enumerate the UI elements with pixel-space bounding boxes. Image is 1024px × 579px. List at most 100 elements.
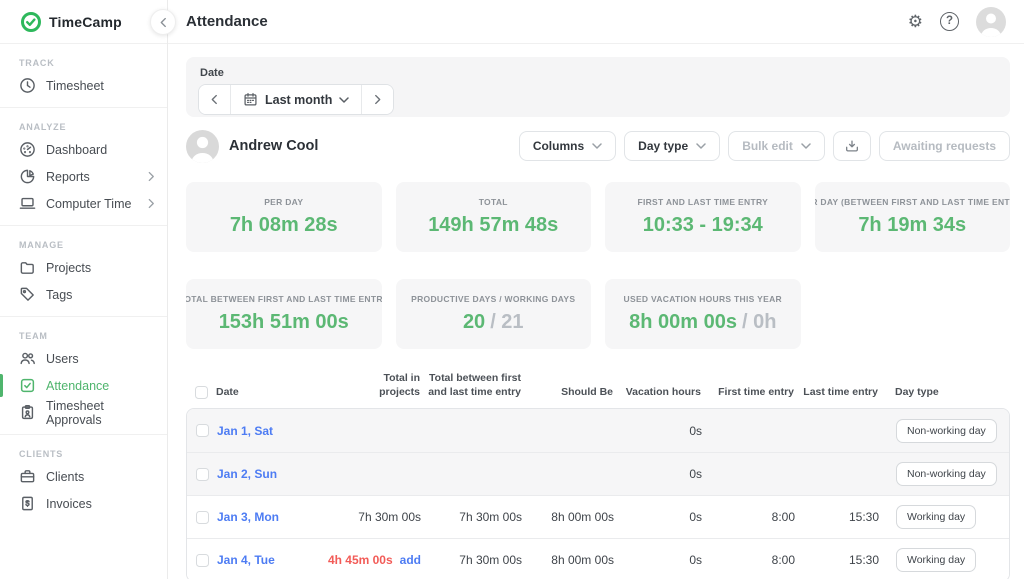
invoice-icon: [19, 495, 36, 512]
folder-icon: [19, 259, 36, 276]
table-header: Date Total in projects Total between fir…: [186, 372, 1010, 408]
date-link[interactable]: Jan 4, Tue: [217, 553, 275, 567]
date-range-dropdown[interactable]: Last month: [231, 85, 362, 114]
account-avatar[interactable]: [976, 7, 1006, 37]
stat-card-per-day: PER DAY 7h 08m 28s: [186, 182, 382, 252]
next-period-button[interactable]: [362, 85, 393, 114]
sidebar-item-label: Computer Time: [46, 197, 131, 211]
users-icon: [19, 350, 36, 367]
day-type-badge[interactable]: Non-working day: [896, 419, 997, 443]
select-all-checkbox[interactable]: [195, 386, 208, 399]
last-time-entry-value: 15:30: [795, 510, 879, 524]
sidebar-item-label: Attendance: [46, 379, 109, 393]
sidebar-item-computer-time[interactable]: Computer Time: [0, 190, 167, 217]
export-button[interactable]: [833, 131, 871, 161]
previous-period-button[interactable]: [199, 85, 231, 114]
top-header: Attendance ⚙ ?: [168, 0, 1024, 44]
toolbar: Columns Day type Bulk edit Awaiting requ…: [519, 131, 1010, 161]
stat-card-total: TOTAL 149h 57m 48s: [396, 182, 592, 252]
sidebar-item-projects[interactable]: Projects: [0, 254, 167, 281]
section-label-analyze: ANALYZE: [19, 122, 167, 132]
sidebar-item-clients[interactable]: Clients: [0, 463, 167, 490]
row-checkbox[interactable]: [196, 554, 209, 567]
vacation-hours-value: 0s: [614, 510, 702, 524]
help-icon[interactable]: ?: [940, 12, 959, 31]
table-row: Jan 3, Mon 7h 30m 00s 7h 30m 00s 8h 00m …: [187, 495, 1009, 538]
download-icon: [844, 138, 860, 154]
date-filter-label: Date: [200, 67, 998, 79]
sidebar-item-label: Invoices: [46, 497, 92, 511]
stat-card-first-last-entry: FIRST AND LAST TIME ENTRY 10:33 - 19:34: [605, 182, 801, 252]
laptop-icon: [19, 195, 36, 212]
user-name: Andrew Cool: [229, 138, 318, 154]
section-label-clients: CLIENTS: [19, 449, 167, 459]
row-checkbox[interactable]: [196, 424, 209, 437]
day-type-badge[interactable]: Working day: [896, 505, 976, 529]
stat-card-per-day-between: PER DAY (BETWEEN FIRST AND LAST TIME ENT…: [815, 182, 1011, 252]
date-link[interactable]: Jan 3, Mon: [217, 510, 279, 524]
date-filter-bar: Date Last month: [186, 57, 1010, 117]
sidebar-collapse-button[interactable]: [150, 9, 176, 35]
day-type-badge[interactable]: Non-working day: [896, 462, 997, 486]
day-type-button[interactable]: Day type: [624, 131, 720, 161]
column-header-should-be: Should Be: [521, 386, 613, 400]
sidebar-section-team: TEAM Users Attendance Timesheet Approval…: [0, 317, 167, 435]
bulk-edit-button[interactable]: Bulk edit: [728, 131, 825, 161]
sidebar-section-track: TRACK Timesheet: [0, 44, 167, 108]
sidebar: TimeCamp TRACK Timesheet ANALYZE Dashboa…: [0, 0, 168, 579]
clock-icon: [19, 77, 36, 94]
day-type-badge[interactable]: Working day: [896, 548, 976, 572]
brand-name: TimeCamp: [49, 14, 122, 30]
pie-chart-icon: [19, 168, 36, 185]
calendar-icon: [243, 92, 258, 107]
settings-gear-icon[interactable]: ⚙: [908, 13, 923, 30]
sidebar-item-label: Timesheet: [46, 79, 104, 93]
chevron-down-icon: [339, 97, 349, 103]
selected-date-range: Last month: [265, 93, 332, 107]
sidebar-item-timesheet-approvals[interactable]: Timesheet Approvals: [0, 399, 167, 426]
dashboard-gauge-icon: [19, 141, 36, 158]
stat-card-total-between: TOTAL BETWEEN FIRST AND LAST TIME ENTRY …: [186, 279, 382, 349]
tag-icon: [19, 286, 36, 303]
sidebar-item-attendance[interactable]: Attendance: [0, 372, 167, 399]
chevron-right-icon: [148, 198, 155, 209]
add-time-link[interactable]: add: [400, 553, 421, 567]
stat-card-productive-days: PRODUCTIVE DAYS / WORKING DAYS 20/ 21: [396, 279, 592, 349]
sidebar-item-label: Reports: [46, 170, 90, 184]
last-time-entry-value: 15:30: [795, 553, 879, 567]
total-in-projects-value: 7h 30m 00s: [358, 510, 421, 524]
brand-logo[interactable]: TimeCamp: [0, 0, 167, 44]
date-link[interactable]: Jan 2, Sun: [217, 467, 277, 481]
total-between-value: 7h 30m 00s: [421, 510, 522, 524]
total-in-projects-value: 4h 45m 00s: [328, 553, 393, 567]
row-checkbox[interactable]: [196, 468, 209, 481]
section-label-manage: MANAGE: [19, 240, 167, 250]
sidebar-item-users[interactable]: Users: [0, 345, 167, 372]
sidebar-item-reports[interactable]: Reports: [0, 163, 167, 190]
page-title: Attendance: [186, 13, 268, 30]
row-checkbox[interactable]: [196, 511, 209, 524]
attendance-table: Jan 1, Sat 0s Non-working day Jan 2, Sun…: [186, 408, 1010, 579]
sidebar-item-label: Tags: [46, 288, 72, 302]
stat-card-used-vacation: USED VACATION HOURS THIS YEAR 8h 00m 00s…: [605, 279, 801, 349]
sidebar-item-label: Clients: [46, 470, 84, 484]
date-range-control: Last month: [198, 84, 394, 115]
sidebar-section-analyze: ANALYZE Dashboard Reports Computer Time: [0, 108, 167, 226]
checkbox-check-icon: [19, 377, 36, 394]
sidebar-item-tags[interactable]: Tags: [0, 281, 167, 308]
sidebar-item-label: Dashboard: [46, 143, 107, 157]
table-row: Jan 2, Sun 0s Non-working day: [187, 452, 1009, 495]
header-actions: ⚙ ?: [908, 7, 1006, 37]
sidebar-item-invoices[interactable]: Invoices: [0, 490, 167, 517]
date-link[interactable]: Jan 1, Sat: [217, 424, 273, 438]
columns-button[interactable]: Columns: [519, 131, 616, 161]
sidebar-item-dashboard[interactable]: Dashboard: [0, 136, 167, 163]
first-time-entry-value: 8:00: [702, 510, 795, 524]
chevron-down-icon: [592, 143, 602, 149]
chevron-down-icon: [801, 143, 811, 149]
awaiting-requests-button[interactable]: Awaiting requests: [879, 131, 1010, 161]
sidebar-item-timesheet[interactable]: Timesheet: [0, 72, 167, 99]
section-label-track: TRACK: [19, 58, 167, 68]
column-header-vacation-hours: Vacation hours: [613, 386, 701, 400]
should-be-value: 8h 00m 00s: [522, 510, 614, 524]
